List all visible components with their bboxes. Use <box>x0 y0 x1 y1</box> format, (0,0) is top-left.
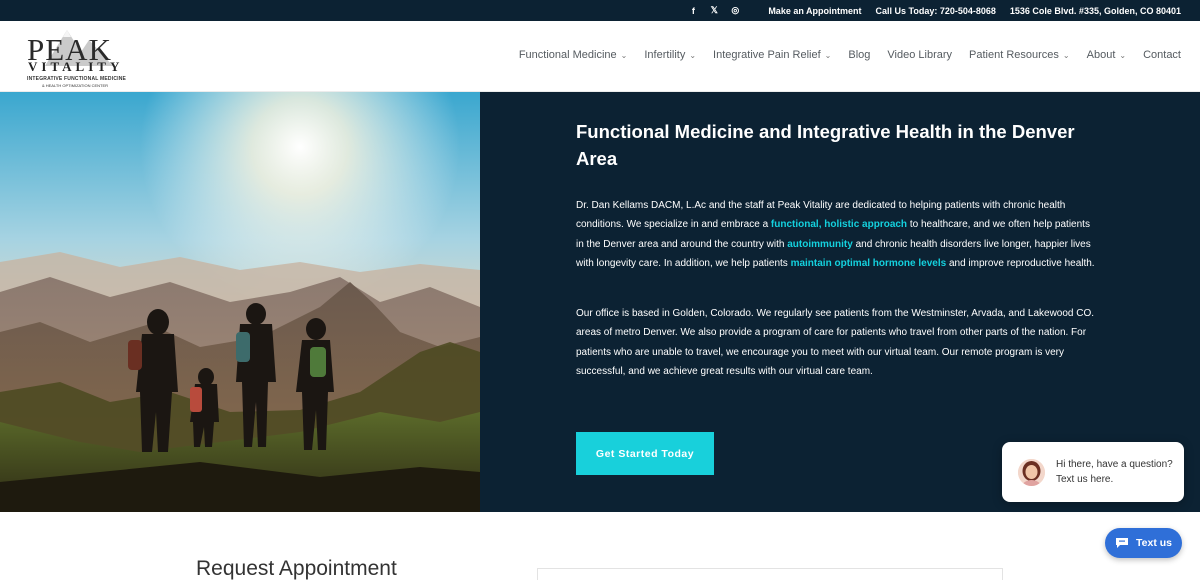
nav-label: Infertility <box>644 49 686 61</box>
top-bar: f 𝕏 ◎ Make an Appointment Call Us Today:… <box>0 0 1200 21</box>
call-us-link[interactable]: Call Us Today: 720-504-8068 <box>876 6 996 16</box>
text-us-label: Text us <box>1136 537 1172 549</box>
nav-label: About <box>1086 49 1116 61</box>
hero-office-paragraph: Our office is based in Golden, Colorado.… <box>576 308 1095 377</box>
chevron-down-icon: ⌄ <box>689 50 697 60</box>
nav-label: Patient Resources <box>969 49 1059 61</box>
nav-functional-medicine[interactable]: Functional Medicine ⌄ <box>519 49 628 61</box>
nav-blog[interactable]: Blog <box>848 49 870 61</box>
nav-integrative-pain-relief[interactable]: Integrative Pain Relief ⌄ <box>713 49 831 61</box>
hero-intro-text: and improve reproductive health. <box>946 257 1095 269</box>
logo-tagline-1: INTEGRATIVE FUNCTIONAL MEDICINE <box>27 76 127 82</box>
family-hiking-image <box>0 92 480 512</box>
text-us-button[interactable]: Text us <box>1105 528 1182 558</box>
nav-label: Blog <box>848 49 871 61</box>
address-text: 1536 Cole Blvd. #335, Golden, CO 80401 <box>1009 5 1181 16</box>
instagram-icon[interactable]: ◎ <box>730 5 740 16</box>
nav-label: Functional Medicine <box>518 49 617 61</box>
agent-avatar-icon <box>1018 458 1045 486</box>
hero-title: Functional Medicine and Integrative Heal… <box>576 121 1075 169</box>
link-autoimmunity[interactable]: autoimmunity <box>787 239 853 250</box>
nav-patient-resources[interactable]: Patient Resources ⌄ <box>969 49 1070 61</box>
facebook-icon[interactable]: f <box>688 6 698 16</box>
social-links: f 𝕏 ◎ <box>688 5 740 16</box>
chevron-down-icon: ⌄ <box>620 50 628 60</box>
link-maintain-optimal-hormone-levels[interactable]: maintain optimal hormone levels <box>791 258 947 269</box>
chevron-down-icon: ⌄ <box>1119 50 1127 60</box>
logo-tagline-2: & HEALTH OPTIMIZATION CENTER <box>41 83 109 88</box>
site-header: PEAK VITALITY INTEGRATIVE FUNCTIONAL MED… <box>0 21 1200 92</box>
chevron-down-icon: ⌄ <box>1062 50 1070 60</box>
nav-video-library[interactable]: Video Library <box>887 49 952 61</box>
hero-intro-paragraph: Dr. Dan Kellams DACM, L.Ac and the staff… <box>576 196 1096 273</box>
nav-infertility[interactable]: Infertility ⌄ <box>644 49 696 61</box>
appointment-form-box <box>537 568 1003 580</box>
link-functional-holistic-approach[interactable]: functional, holistic approach <box>771 219 907 230</box>
nav-label: Integrative Pain Relief <box>713 49 821 61</box>
x-twitter-icon[interactable]: 𝕏 <box>709 5 719 16</box>
hero-photo <box>0 92 480 512</box>
chat-icon <box>1116 538 1128 548</box>
agent-avatar <box>1018 458 1045 486</box>
nav-label: Contact <box>1143 49 1181 61</box>
main-nav: Functional Medicine ⌄ Infertility ⌄ Integr… <box>519 49 1181 61</box>
chat-greeting-bubble[interactable]: Hi there, have a question? Text us here. <box>1002 442 1184 502</box>
make-appointment-link[interactable]: Make an Appointment <box>768 6 861 16</box>
get-started-button[interactable]: Get Started Today <box>576 432 714 475</box>
chevron-down-icon: ⌄ <box>824 50 832 60</box>
nav-label: Video Library <box>887 49 953 61</box>
nav-contact[interactable]: Contact <box>1143 49 1181 61</box>
nav-about[interactable]: About ⌄ <box>1087 49 1126 61</box>
logo-name-bottom: VITALITY <box>28 59 124 74</box>
chat-message: Hi there, have a question? Text us here. <box>1056 459 1173 485</box>
site-logo[interactable]: PEAK VITALITY INTEGRATIVE FUNCTIONAL MED… <box>27 26 127 88</box>
request-appointment-heading: Request Appointment <box>196 557 397 580</box>
